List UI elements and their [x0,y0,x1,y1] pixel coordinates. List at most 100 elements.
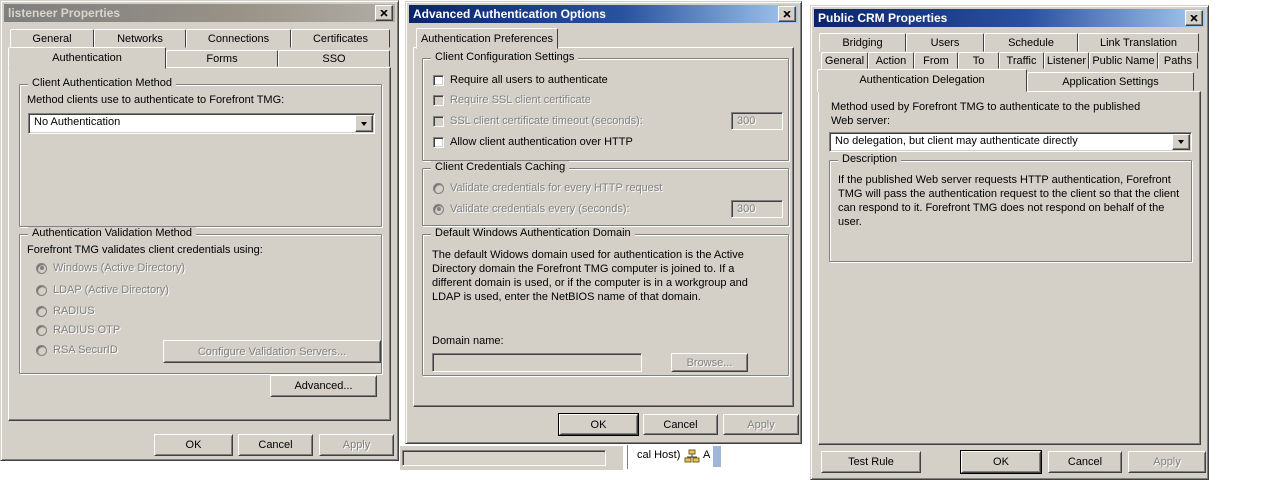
cancel-button[interactable]: Cancel [643,414,718,435]
checkbox-row-require-all-users: Require all users to authenticate [433,73,608,87]
tab-public-name[interactable]: Public Name [1089,52,1158,69]
tab-users[interactable]: Users [906,33,984,52]
radio-row-windows-ad: Windows (Active Directory) [36,261,185,275]
tab-general[interactable]: General [821,52,868,69]
tab-action[interactable]: Action [868,52,914,69]
close-button[interactable] [778,6,796,22]
background-window-fragment: cal Host) A [400,445,722,470]
background-item-letter: A [703,449,711,461]
checkbox-label: SSL client certificate timeout (seconds)… [450,115,643,127]
domain-description-text: The default Widows domain used for authe… [432,249,748,303]
group-client-configuration-settings: Client Configuration Settings Require al… [422,51,789,161]
apply-button: Apply [1128,451,1206,473]
desktop-canvas: cal Host) A listeneer Properties General… [0,0,1274,480]
validate-seconds-input: 300 [731,200,783,218]
domain-name-input [432,353,642,372]
titlebar[interactable]: listeneer Properties [4,4,395,22]
delegation-method-select[interactable]: No delegation, but client may authentica… [829,132,1192,152]
tab-authentication-delegation[interactable]: Authentication Delegation [817,69,1027,92]
background-item-text: cal Host) [637,449,681,461]
radio-validate-every-request [433,182,444,194]
checkbox-allow-http[interactable] [433,136,444,148]
tab-sso[interactable]: SSO [278,50,390,67]
client-auth-method-select[interactable]: No Authentication [28,113,375,134]
radio-ldap-ad [36,284,47,296]
apply-button: Apply [723,414,799,435]
checkbox-label: Allow client authentication over HTTP [450,136,633,148]
tab-authentication-preferences[interactable]: Authentication Preferences [416,28,558,49]
checkbox-require-all-users[interactable] [433,74,444,86]
tab-general[interactable]: General [10,29,94,48]
tab-networks[interactable]: Networks [94,29,186,48]
tab-connections[interactable]: Connections [186,29,291,48]
radio-row-radius: RADIUS [36,304,95,318]
tab-listener[interactable]: Listener [1044,52,1089,69]
radio-label: RADIUS [53,305,95,317]
radio-windows-ad [36,262,47,274]
window-title: Advanced Authentication Options [413,7,606,21]
test-rule-button[interactable]: Test Rule [821,451,921,473]
close-icon [1190,14,1198,22]
client-auth-method-dropdown-button[interactable] [355,115,373,132]
dialog-listener-properties: listeneer Properties General Networks Co… [0,0,399,461]
apply-button: Apply [319,434,394,456]
tab-from[interactable]: From [914,52,958,69]
tab-paths[interactable]: Paths [1158,52,1198,69]
tab-link-translation[interactable]: Link Translation [1078,33,1199,52]
delegation-method-value: No delegation, but client may authentica… [835,135,1078,147]
tab-authentication[interactable]: Authentication [8,47,166,69]
tab-certificates[interactable]: Certificates [291,29,390,48]
ok-button[interactable]: OK [961,451,1041,473]
close-button[interactable] [1185,10,1203,26]
cancel-button[interactable]: Cancel [1048,451,1122,473]
group-title: Client Configuration Settings [431,51,579,64]
dialog-advanced-auth-options: Advanced Authentication Options Authenti… [405,1,802,444]
tab-traffic[interactable]: Traffic [999,52,1044,69]
group-title: Description [838,153,902,166]
tab-page-authentication-preferences: Client Configuration Settings Require al… [413,47,794,407]
description-text: If the published Web server requests HTT… [838,174,1180,228]
ssl-timeout-input: 300 [731,112,783,130]
browse-button: Browse... [671,353,748,372]
ok-button[interactable]: OK [559,414,638,435]
array-icon [684,449,700,463]
group-title: Client Credentials Caching [431,161,570,174]
close-icon [380,9,388,17]
radio-label: Validate credentials for every HTTP requ… [450,182,663,194]
radio-row-rsa-securid: RSA SecurID [36,343,118,357]
tab-forms[interactable]: Forms [166,50,278,67]
chevron-down-icon [1178,140,1184,144]
client-auth-method-label: Method clients use to authenticate to Fo… [27,94,285,106]
titlebar[interactable]: Public CRM Properties [814,9,1205,27]
radio-label: RSA SecurID [53,344,118,356]
radio-label: Windows (Active Directory) [53,262,186,274]
checkbox-row-allow-http: Allow client authentication over HTTP [433,135,633,149]
validation-method-label: Forefront TMG validates client credentia… [27,244,263,256]
advanced-button[interactable]: Advanced... [270,375,377,397]
radio-validate-every-seconds [433,203,444,215]
tab-to[interactable]: To [958,52,999,69]
radio-row-radius-otp: RADIUS OTP [36,323,120,337]
validate-seconds-value: 300 [737,203,756,215]
group-default-windows-auth-domain: Default Windows Authentication Domain Th… [422,227,789,376]
tab-schedule[interactable]: Schedule [984,33,1078,52]
delegation-method-dropdown-button[interactable] [1172,134,1190,150]
tab-application-settings[interactable]: Application Settings [1027,72,1194,91]
checkbox-require-ssl-cert [433,94,444,106]
tab-bridging[interactable]: Bridging [819,33,906,52]
configure-validation-servers-button: Configure Validation Servers... [163,340,381,363]
close-icon [783,10,791,18]
chevron-down-icon [361,121,367,126]
close-button[interactable] [375,5,393,21]
group-client-credentials-caching: Client Credentials Caching Validate cred… [422,161,789,226]
radio-row-ldap-ad: LDAP (Active Directory) [36,283,169,297]
selection-highlight [713,446,721,467]
window-title: Public CRM Properties [818,11,948,25]
titlebar[interactable]: Advanced Authentication Options [409,5,798,23]
radio-label: Validate credentials every (seconds): [450,203,630,215]
cancel-button[interactable]: Cancel [238,434,313,456]
radio-label: RADIUS OTP [53,324,121,336]
ok-button[interactable]: OK [154,434,233,456]
group-title: Default Windows Authentication Domain [431,227,635,240]
group-client-authentication-method: Client Authentication Method Method clie… [19,77,382,227]
